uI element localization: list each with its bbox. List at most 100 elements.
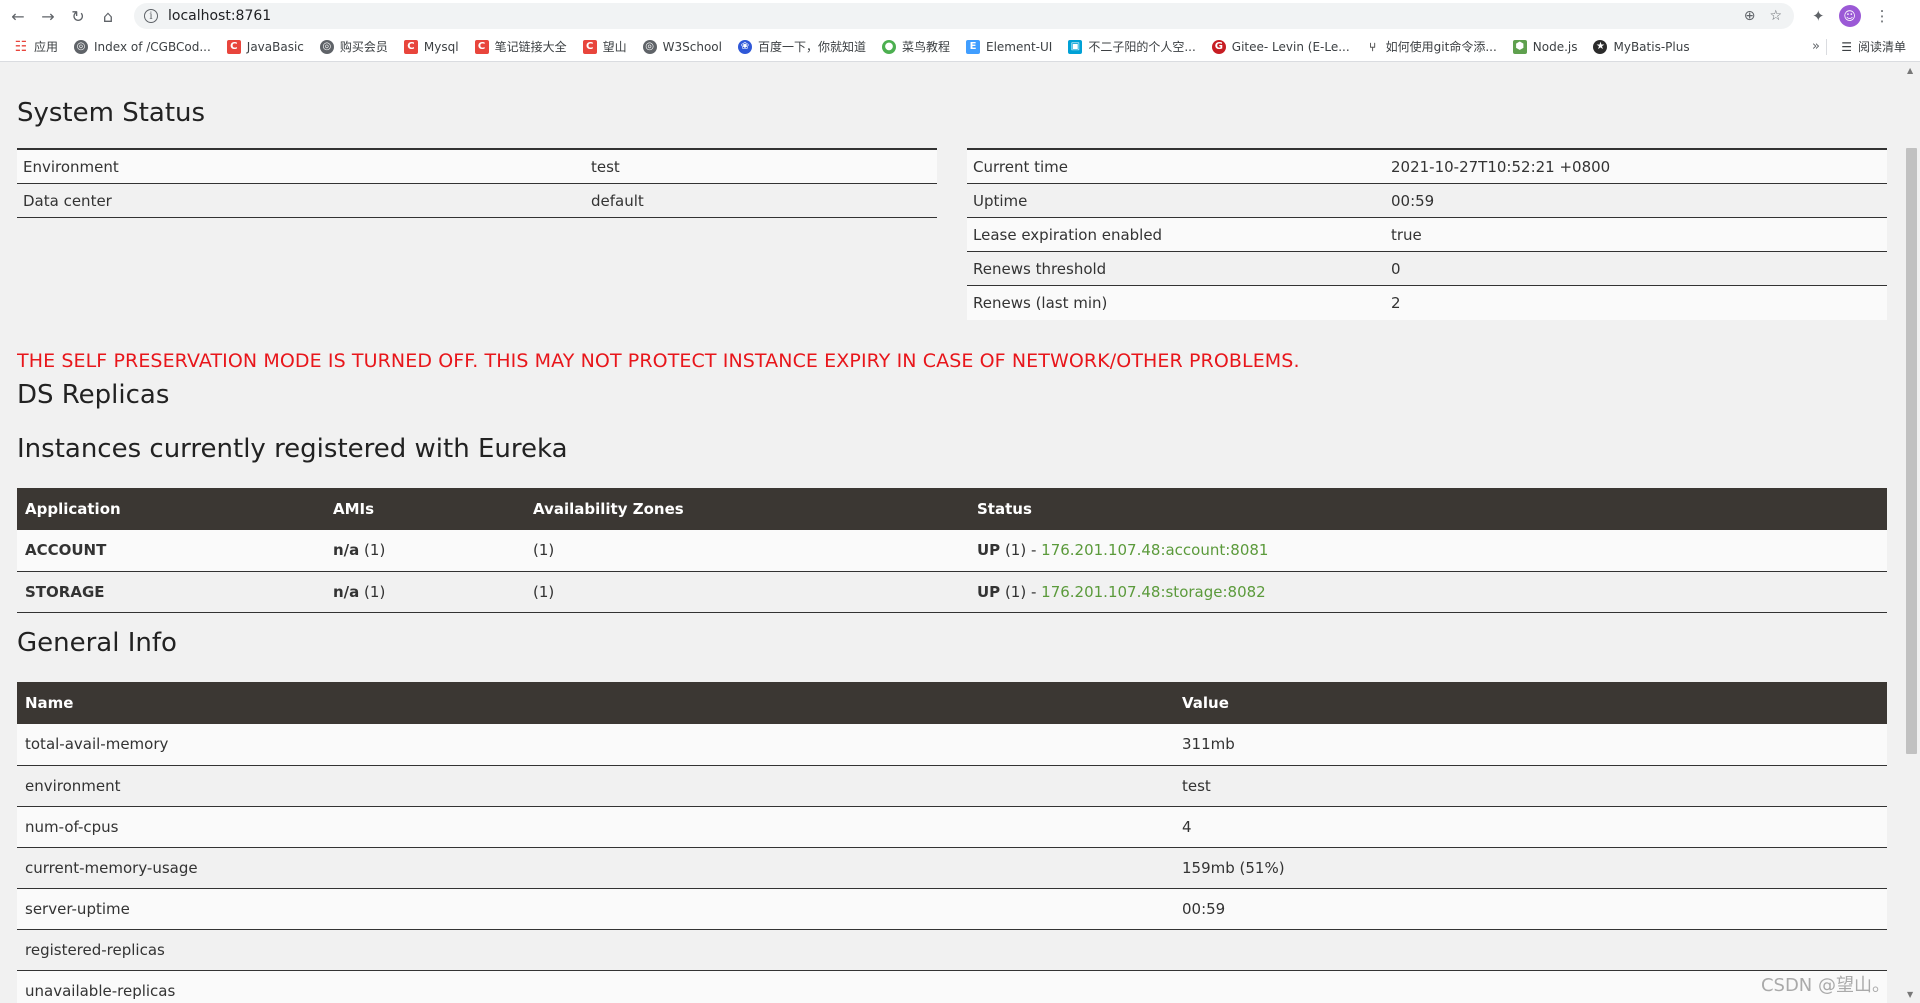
table-row: current-memory-usage 159mb (51%) <box>17 847 1887 889</box>
home-icon[interactable]: ⌂ <box>96 4 120 28</box>
bookmark-item[interactable]: E Element-UI <box>966 39 1053 54</box>
bookmark-item[interactable]: G Gitee- Levin (E-Le... <box>1211 39 1350 54</box>
globe-icon: ◎ <box>74 39 89 54</box>
apps-grid-icon: ☷ <box>14 38 28 55</box>
scroll-down-arrow-icon[interactable]: ▼ <box>1907 990 1913 999</box>
amis-cell: n/a (1) <box>325 530 525 572</box>
amis-cell: n/a (1) <box>325 571 525 613</box>
status-up: UP <box>977 541 1001 560</box>
bookmark-item[interactable]: ◎ W3School <box>642 39 722 54</box>
bookmark-item[interactable]: ☷ 应用 <box>14 38 58 55</box>
application-cell: STORAGE <box>17 571 325 613</box>
avatar[interactable]: ☺ <box>1838 5 1861 27</box>
bookmark-label: 不二子阳的个人空... <box>1088 40 1196 54</box>
page-scrollbar[interactable]: ▲ ▼ <box>1903 62 1920 1003</box>
bookmark-item[interactable]: ⑂ 如何使用git命令添... <box>1366 38 1497 55</box>
url-text: localhost:8761 <box>168 8 272 24</box>
bookmark-item[interactable]: ❀ 百度一下，你就知道 <box>737 38 866 55</box>
bookmarks-overflow-icon[interactable]: » <box>1812 39 1820 54</box>
status-key: Lease expiration enabled <box>973 225 1163 244</box>
amis-count: (1) <box>359 582 386 601</box>
bookmark-item[interactable]: ⬢ Node.js <box>1512 39 1577 54</box>
column-header: Status <box>969 488 1887 530</box>
info-value: test <box>1174 765 1887 807</box>
info-value: 00:59 <box>1174 888 1887 930</box>
bookmark-item[interactable]: C 望山 <box>582 38 627 55</box>
browser-toolbar: ← → ↻ ⌂ i localhost:8761 ⊕ ☆ ✦ ☺ ⋮ <box>0 0 1920 32</box>
system-status-title: System Status <box>17 98 206 128</box>
bookmark-label: 笔记链接大全 <box>494 40 567 54</box>
bookmark-item[interactable]: ★ MyBatis-Plus <box>1593 39 1690 54</box>
address-bar[interactable]: i localhost:8761 ⊕ ☆ <box>134 3 1794 29</box>
star-icon[interactable]: ☆ <box>1769 8 1782 24</box>
instance-link[interactable]: 176.201.107.48:storage:8082 <box>1041 583 1266 601</box>
table-row: server-uptime 00:59 <box>17 888 1887 930</box>
csdn-icon: C <box>403 39 418 54</box>
info-icon[interactable]: i <box>144 9 158 23</box>
status-value: 0 <box>1391 259 1401 278</box>
instances-title: Instances currently registered with Eure… <box>17 434 568 464</box>
bookmark-label: Element-UI <box>986 39 1053 54</box>
bookmarks-bar: ☷ 应用 ◎ Index of /CGBCod... C JavaBasic ◎ 购买会员 C M… <box>0 32 1920 62</box>
baidu-icon: ❀ <box>737 39 752 54</box>
table-row: registered-replicas <box>17 929 1887 971</box>
table-row: unavailable-replicas <box>17 970 1887 1003</box>
status-cell: UP (1) - 176.201.107.48:account:8081 <box>969 530 1887 572</box>
runoob-icon: ● <box>881 39 896 54</box>
bookmark-label: Index of /CGBCod... <box>94 39 211 54</box>
bookmark-label: 望山 <box>602 40 627 54</box>
info-name: total-avail-memory <box>17 724 1174 766</box>
bookmark-item[interactable]: C Mysql <box>403 39 459 54</box>
bookmark-item[interactable]: C JavaBasic <box>226 39 304 54</box>
system-status-left-table: Environment test Data center default <box>17 148 937 218</box>
status-key: Renews (last min) <box>973 294 1108 312</box>
status-count: (1) - <box>1000 582 1042 601</box>
bookmark-item[interactable]: C 笔记链接大全 <box>474 38 567 55</box>
bookmark-label: 购买会员 <box>339 40 388 54</box>
status-row: Renews (last min) 2 <box>967 286 1887 320</box>
extensions-icon[interactable]: ✦ <box>1812 7 1825 25</box>
info-name: registered-replicas <box>17 929 1174 971</box>
column-header: Value <box>1174 682 1887 724</box>
back-arrow-icon[interactable]: ← <box>6 4 30 28</box>
status-value: 2 <box>1391 294 1401 312</box>
info-value: 311mb <box>1174 724 1887 766</box>
mybatis-icon: ★ <box>1593 39 1608 54</box>
reload-icon[interactable]: ↻ <box>66 4 90 28</box>
scroll-up-arrow-icon[interactable]: ▲ <box>1907 66 1913 75</box>
bookmark-item[interactable]: ▣ 不二子阳的个人空... <box>1068 38 1196 55</box>
menu-dots-icon[interactable]: ⋮ <box>1875 7 1890 25</box>
eureka-dashboard: System Status Environment test Data center… <box>17 62 1887 1003</box>
zones-cell: (1) <box>525 571 969 613</box>
column-header: Application <box>17 488 325 530</box>
reading-list-button[interactable]: ☰ 阅读清单 <box>1826 38 1906 55</box>
status-key: Current time <box>973 157 1068 176</box>
instance-link[interactable]: 176.201.107.48:account:8081 <box>1041 541 1268 559</box>
forward-arrow-icon[interactable]: → <box>36 4 60 28</box>
gitee-icon: G <box>1211 39 1226 54</box>
amis-value: n/a <box>333 582 360 601</box>
bookmark-label: JavaBasic <box>246 39 304 54</box>
bookmark-label: 菜鸟教程 <box>901 40 950 54</box>
bookmark-label: W3School <box>662 39 722 54</box>
ds-replicas-title: DS Replicas <box>17 380 170 410</box>
general-info-title: General Info <box>17 628 177 658</box>
info-name: num-of-cpus <box>17 806 1174 848</box>
reading-list-icon: ☰ <box>1841 39 1852 54</box>
zoom-icon[interactable]: ⊕ <box>1744 8 1756 24</box>
status-key: Data center <box>23 191 112 210</box>
status-row: Uptime 00:59 <box>967 184 1887 218</box>
table-row: num-of-cpus 4 <box>17 806 1887 848</box>
separator <box>1826 38 1828 55</box>
info-value: 159mb (51%) <box>1174 847 1887 889</box>
bookmark-item[interactable]: ◎ 购买会员 <box>319 38 388 55</box>
bookmark-item[interactable]: ● 菜鸟教程 <box>881 38 950 55</box>
table-row: STORAGE n/a (1) (1) UP (1) - 176.201.107.48… <box>17 571 1887 613</box>
watermark: CSDN @望山。 <box>1760 975 1890 996</box>
general-info-table: Name Value total-avail-memory 311mb environ… <box>17 682 1887 1003</box>
status-row: Environment test <box>17 150 937 184</box>
status-value: 2021-10-27T10:52:21 +0800 <box>1391 157 1611 176</box>
scroll-thumb[interactable] <box>1906 148 1917 754</box>
status-cell: UP (1) - 176.201.107.48:storage:8082 <box>969 571 1887 613</box>
bookmark-item[interactable]: ◎ Index of /CGBCod... <box>74 39 211 54</box>
